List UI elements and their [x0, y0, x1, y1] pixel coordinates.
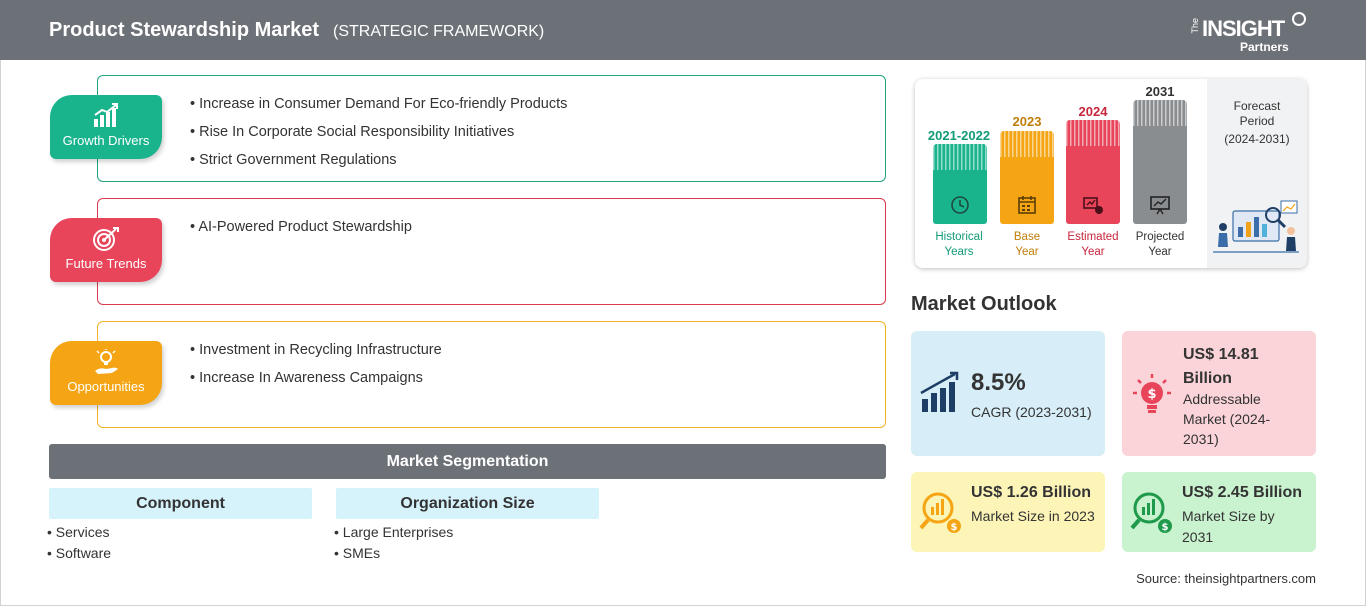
growth-drivers-list: Increase in Consumer Demand For Eco-frie…: [190, 96, 567, 180]
history-icon: [951, 196, 969, 214]
forecast-label-line3: (2024-2031): [1224, 132, 1290, 146]
timeline-bar-historical: [933, 144, 987, 224]
future-trend-item: AI-Powered Product Stewardship: [190, 219, 412, 247]
market-size-2023-card: $ US$ 1.26 Billion Market Size in 2023: [911, 472, 1105, 552]
target-icon: [93, 227, 119, 251]
svg-text:$: $: [951, 522, 958, 533]
segment-component-header: Component: [49, 488, 312, 519]
growth-driver-item: Strict Government Regulations: [190, 152, 567, 180]
svg-text:$: $: [1162, 522, 1169, 533]
segment-organization-size-list: Large Enterprises SMEs: [334, 524, 454, 566]
opportunity-item: Investment in Recycling Infrastructure: [190, 342, 442, 370]
addressable-market-value: US$ 14.81 Billion: [1183, 346, 1259, 387]
market-segmentation-bar: Market Segmentation: [49, 444, 886, 479]
growth-drivers-badge: Growth Drivers: [50, 95, 162, 159]
forecast-label-line2: Period: [1239, 114, 1275, 128]
page-subtitle: (STRATEGIC FRAMEWORK): [333, 23, 545, 40]
insight-partners-logo[interactable]: The INSIGHT Partners: [1190, 10, 1310, 54]
addressable-market-label: Addressable Market (2024-2031): [1183, 391, 1271, 447]
opportunities-list: Investment in Recycling Infrastructure I…: [190, 342, 442, 398]
forecast-label-line1: Forecast: [1233, 99, 1281, 113]
opportunities-badge: Opportunities: [50, 341, 162, 405]
timeline-label-projected: Projected Year: [1135, 231, 1185, 258]
segment-item: Software: [47, 545, 111, 566]
lightbulb-hand-icon: [95, 349, 118, 374]
coin-chart-icon: $: [1130, 492, 1172, 533]
logo-the-text: The: [1190, 18, 1200, 34]
coin-chart-icon: $: [919, 492, 961, 533]
market-size-2031-card: $ US$ 2.45 Billion Market Size by 2031: [1122, 472, 1316, 552]
timeline-bar-projected: [1133, 100, 1187, 224]
opportunities-label: Opportunities: [67, 379, 145, 394]
market-size-2031-value: US$ 2.45 Billion: [1182, 484, 1303, 501]
opportunities-box: Investment in Recycling Infrastructure I…: [97, 321, 886, 428]
growth-drivers-label: Growth Drivers: [62, 133, 150, 148]
market-size-2023-value: US$ 1.26 Billion: [971, 484, 1092, 501]
future-trends-badge: Future Trends: [50, 218, 162, 282]
cagr-card: 8.5% CAGR (2023-2031): [911, 331, 1105, 456]
future-trends-list: AI-Powered Product Stewardship: [190, 219, 412, 247]
segment-organization-size-header: Organization Size: [336, 488, 599, 519]
segment-item: Large Enterprises: [334, 524, 454, 545]
presentation-icon: [1150, 196, 1170, 215]
calendar-icon: [1018, 196, 1036, 214]
cagr-value: 8.5%: [971, 369, 1026, 396]
logo-ring-icon: [1292, 12, 1306, 26]
segment-item: SMEs: [334, 545, 453, 566]
year-label-projected: 2031: [1145, 84, 1175, 99]
market-outlook-title: Market Outlook: [911, 293, 1057, 315]
growth-chart-icon: [94, 103, 118, 127]
timeline-card: 2021-2022 Historical Years 2023 Base Yea…: [915, 79, 1307, 268]
growth-driver-item: Increase in Consumer Demand For Eco-frie…: [190, 96, 567, 124]
segment-component-list: Services Software: [47, 524, 111, 566]
opportunity-item: Increase In Awareness Campaigns: [190, 370, 442, 398]
logo-insight-text: INSIGHT: [1202, 16, 1285, 41]
market-size-2031-label: Market Size by 2031: [1182, 508, 1275, 545]
growth-drivers-box: Increase in Consumer Demand For Eco-frie…: [97, 75, 886, 182]
dollar-bulb-icon: $: [1133, 374, 1171, 413]
market-size-2023-label: Market Size in 2023: [971, 508, 1095, 524]
timeline-bar-base: [1000, 131, 1054, 224]
cagr-label: CAGR (2023-2031): [971, 404, 1092, 420]
timeline-bar-estimated: [1066, 120, 1120, 224]
future-trends-label: Future Trends: [65, 256, 147, 271]
forecast-illustration-icon: [1213, 200, 1299, 253]
year-label-historical: 2021-2022: [927, 128, 991, 143]
page-title: Product Stewardship Market: [49, 19, 320, 41]
future-trends-box: AI-Powered Product Stewardship: [97, 198, 886, 305]
year-label-estimated: 2024: [1078, 104, 1108, 119]
source-text: Source: theinsightpartners.com: [1136, 571, 1316, 586]
analytics-icon: [1083, 197, 1103, 214]
addressable-market-card: $ US$ 14.81 Billion Addressable Market (…: [1122, 331, 1316, 456]
header-bar: Product Stewardship Market (STRATEGIC FR…: [0, 0, 1366, 60]
svg-text:$: $: [1147, 387, 1156, 402]
growth-chart-icon: [920, 371, 959, 412]
growth-driver-item: Rise In Corporate Social Responsibility …: [190, 124, 567, 152]
logo-partners-text: Partners: [1240, 40, 1289, 54]
segment-item: Services: [47, 524, 111, 545]
